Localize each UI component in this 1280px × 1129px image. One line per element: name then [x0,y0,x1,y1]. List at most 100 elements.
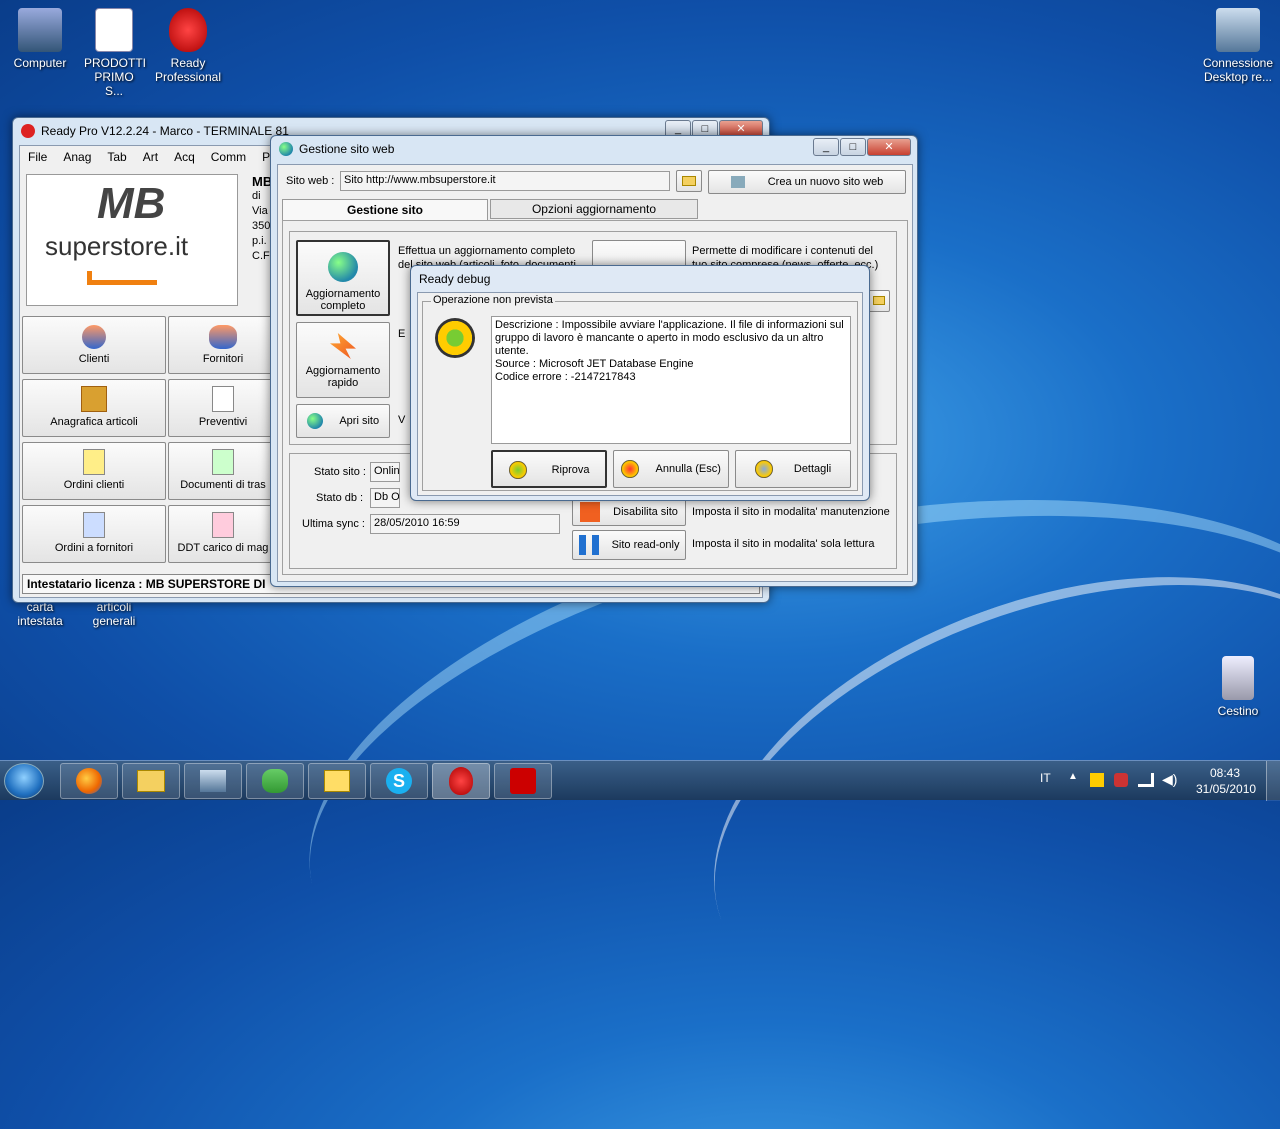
tile-fornitori[interactable]: Fornitori [168,316,278,374]
ddt-icon [212,512,234,538]
tile-ordini-fornitori[interactable]: Ordini a fornitori [22,505,166,563]
users-icon [262,769,288,793]
minimize-button[interactable]: _ [813,138,839,156]
desktop-icon-carta-intestata[interactable]: carta intestata [0,600,80,628]
dialog-title: Ready debug [419,272,491,286]
firefox-icon [76,768,102,794]
tile-label: Fornitori [202,353,244,365]
pause-icon [578,535,599,556]
folder-icon [873,296,885,305]
error-group-label: Operazione non prevista [431,294,555,306]
mail-icon [324,770,350,792]
tile-anagrafica-articoli[interactable]: Anagrafica articoli [22,379,166,437]
taskbar: S IT ▲ ◀) 08:43 31/05/2010 [0,760,1280,801]
tile-ordini-clienti[interactable]: Ordini clienti [22,442,166,500]
quick-update-button[interactable]: Aggiornamento rapido [296,322,390,398]
taskbar-explorer[interactable] [122,763,180,799]
dialog-titlebar[interactable]: Ready debug [411,266,869,292]
window-title: Ready Pro V12.2.24 - Marco - TERMINALE 8… [41,124,289,138]
tile-documenti-trasporto[interactable]: Documenti di tras [168,442,278,500]
site-value: Sito http://www.mbsuperstore.it [344,174,496,186]
readonly-site-button[interactable]: Sito read-only [572,530,686,560]
stato-sito-value: Online [374,465,400,477]
ultima-sync-label: Ultima sync : [302,518,365,530]
new-site-button[interactable]: Crea un nuovo sito web [708,170,906,194]
menu-anag[interactable]: Anag [55,146,99,168]
full-update-button[interactable]: Aggiornamento completo [296,240,390,316]
bug-icon [435,318,475,358]
globe-icon [279,142,293,156]
quote-icon [212,386,234,412]
folder-button[interactable] [868,290,890,312]
cancel-bug-icon [621,460,640,479]
tab-opzioni-aggiornamento[interactable]: Opzioni aggiornamento [490,199,698,219]
menu-bar: File Anag Tab Art Acq Comm P [20,146,278,168]
show-hidden-icons[interactable]: ▲ [1068,771,1078,782]
taskbar-messenger[interactable] [246,763,304,799]
tile-ddt-carico[interactable]: DDT carico di mag [168,505,278,563]
clients-icon [82,325,106,349]
taskbar-remote[interactable] [184,763,242,799]
browse-folder-button[interactable] [676,170,702,192]
tile-label: Preventivi [198,416,248,428]
cancel-button[interactable]: Annulla (Esc) [613,450,729,488]
disable-site-button[interactable]: Disabilita sito [572,498,686,526]
volume-icon[interactable]: ◀) [1162,771,1177,788]
taskbar-outlook[interactable] [308,763,366,799]
retry-bug-icon [508,461,527,480]
stato-db-label: Stato db : [316,492,364,504]
taskbar-firefox[interactable] [60,763,118,799]
site-label: Sito web : [286,175,335,187]
clock-time[interactable]: 08:43 [1210,766,1240,780]
taskbar-ready-pro[interactable] [432,763,490,799]
maximize-button[interactable]: □ [840,138,866,156]
retry-button[interactable]: Riprova [491,450,607,488]
logo-site: superstore.it [45,231,189,261]
show-desktop-button[interactable] [1266,761,1280,801]
ultima-sync-value: 28/05/2010 16:59 [374,517,460,529]
desktop-icon-label: Computer [13,56,67,70]
dialog-client: Operazione non prevista Descrizione : Im… [417,292,863,496]
taskbar-skype[interactable]: S [370,763,428,799]
desktop-icon-remote-desktop[interactable]: Connessione Desktop re... [1198,8,1278,84]
word-document-icon [95,8,133,52]
desktop-icon-ready-professional[interactable]: Ready Professional [148,8,228,84]
language-indicator[interactable]: IT [1040,771,1051,785]
button-label: Sito read-only [611,539,680,551]
desktop-icon-recycle-bin[interactable]: Cestino [1198,656,1278,718]
tile-preventivi[interactable]: Preventivi [168,379,278,437]
menu-acq[interactable]: Acq [166,146,203,168]
site-field[interactable]: Sito http://www.mbsuperstore.it [340,171,670,191]
new-site-label: Crea un nuovo sito web [767,176,884,188]
desktop-icon-label: Ready Professional [154,56,222,84]
menu-file[interactable]: File [20,146,55,168]
taskbar-acrobat[interactable] [494,763,552,799]
desktop-icon-computer[interactable]: Computer [0,8,80,70]
tile-clienti[interactable]: Clienti [22,316,166,374]
close-button[interactable]: ✕ [867,138,911,156]
menu-tab[interactable]: Tab [99,146,134,168]
stato-db-field: Db OK [370,488,400,508]
tile-label: Ordini a fornitori [54,542,134,554]
menu-comm[interactable]: Comm [203,146,254,168]
ready-debug-dialog: Ready debug Operazione non prevista Desc… [410,265,870,501]
open-site-button[interactable]: Apri sito [296,404,390,438]
start-button[interactable] [4,763,44,799]
tile-label: Clienti [78,353,110,365]
tab-gestione-sito[interactable]: Gestione sito [282,199,488,221]
tab-label: Gestione sito [346,203,423,217]
strawberry-icon [449,767,473,795]
clock-date[interactable]: 31/05/2010 [1196,782,1256,796]
disable-description: Imposta il sito in modalita' manutenzion… [692,506,890,518]
menu-art[interactable]: Art [135,146,166,168]
desktop-icon-articoli-generali[interactable]: articoli generali [74,600,154,628]
cart-icon [87,271,157,285]
supplier-order-icon [83,512,105,538]
network-icon[interactable] [1138,773,1154,787]
lightning-icon [330,333,356,359]
flag-icon[interactable] [1090,773,1104,787]
details-button[interactable]: Dettagli [735,450,851,488]
shield-icon[interactable] [1114,773,1128,787]
details-bug-icon [754,460,773,479]
desktop-icon-prodotti[interactable]: PRODOTTI PRIMO S... [74,8,154,98]
